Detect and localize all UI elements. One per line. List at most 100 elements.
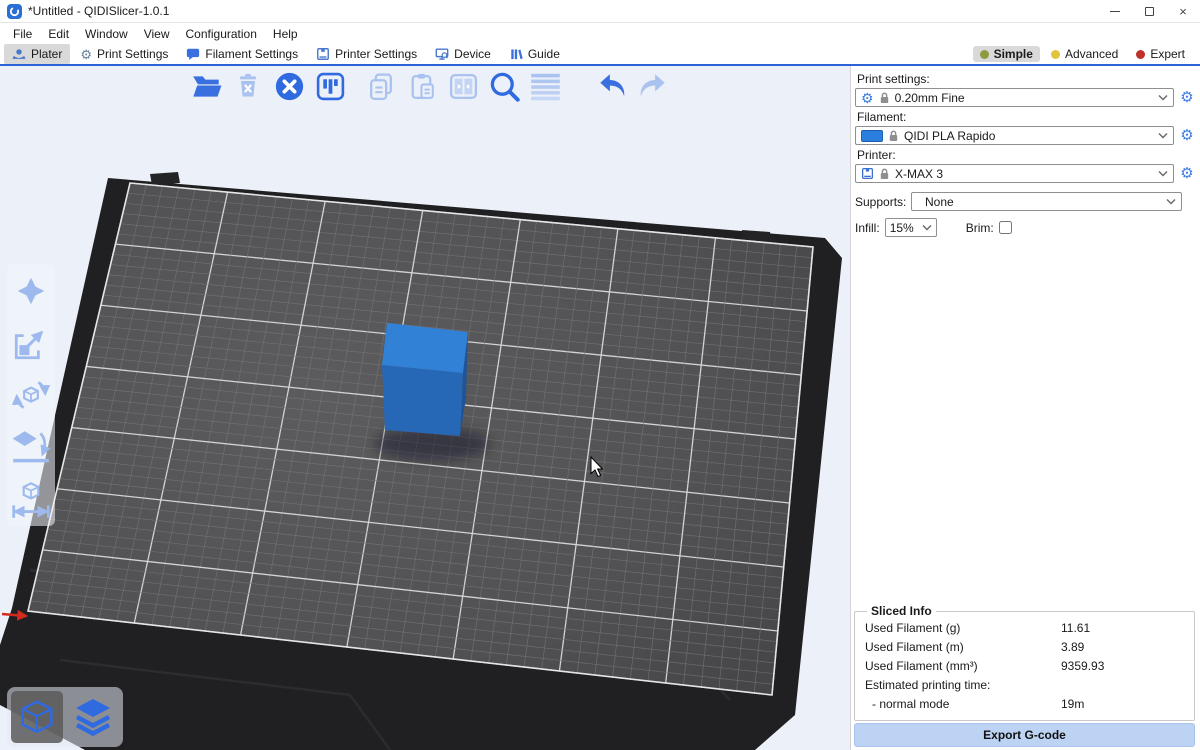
- print-settings-label: Print settings:: [857, 72, 1196, 86]
- printer-icon: [861, 167, 874, 180]
- infill-value: 15%: [890, 221, 914, 235]
- 3d-viewport[interactable]: [0, 66, 850, 750]
- cube-model[interactable]: [382, 323, 468, 436]
- copy-icon[interactable]: [364, 69, 398, 103]
- chevron-down-icon: [1158, 94, 1168, 101]
- move-icon[interactable]: [10, 269, 52, 313]
- scene-canvas[interactable]: [0, 66, 850, 750]
- info-row-filament-mm3: Used Filament (mm³) 9359.93: [865, 657, 1184, 676]
- chevron-down-icon: [1166, 198, 1176, 205]
- menu-configuration[interactable]: Configuration: [179, 25, 264, 43]
- window-controls: ×: [1098, 0, 1200, 22]
- delete-all-icon[interactable]: [272, 69, 306, 103]
- chevron-down-icon: [1158, 170, 1168, 177]
- filament-icon: [186, 47, 200, 61]
- paste-icon[interactable]: [405, 69, 439, 103]
- tab-plater[interactable]: Plater: [4, 44, 70, 64]
- top-toolbar: [190, 69, 670, 103]
- printer-label: Printer:: [857, 148, 1196, 162]
- view-toggle: [7, 687, 123, 747]
- mode-simple[interactable]: Simple: [973, 46, 1040, 62]
- menu-edit[interactable]: Edit: [41, 25, 76, 43]
- gear-icon: ⚙: [861, 91, 874, 105]
- sliced-info-title: Sliced Info: [867, 604, 936, 618]
- close-icon[interactable]: ×: [1166, 0, 1200, 22]
- print-settings-combo[interactable]: ⚙ 0.20mm Fine: [855, 88, 1174, 107]
- lock-icon: [880, 92, 889, 104]
- export-gcode-button[interactable]: Export G-code: [854, 723, 1195, 747]
- info-row-filament-g: Used Filament (g) 11.61: [865, 619, 1184, 638]
- mode-advanced[interactable]: Advanced: [1044, 46, 1125, 62]
- rotate-icon[interactable]: [10, 373, 52, 417]
- tab-filament-settings[interactable]: Filament Settings: [178, 44, 306, 64]
- brim-checkbox[interactable]: [999, 221, 1012, 234]
- qidislicer-window: *Untitled - QIDISlicer-1.0.1 × File Edit…: [0, 0, 1200, 750]
- app-icon: [7, 4, 22, 19]
- split-view-icon[interactable]: [446, 69, 480, 103]
- tab-device[interactable]: Device: [427, 44, 499, 64]
- printer-icon: [316, 47, 330, 61]
- edit-printer-button[interactable]: ⚙: [1178, 166, 1196, 181]
- maximize-icon[interactable]: [1132, 0, 1166, 22]
- undo-icon[interactable]: [595, 69, 629, 103]
- advanced-dot-icon: [1051, 50, 1060, 59]
- arrange-icon[interactable]: [313, 69, 347, 103]
- title-bar: *Untitled - QIDISlicer-1.0.1 ×: [0, 0, 1200, 23]
- tab-bar: Plater ⚙ Print Settings Filament Setting…: [0, 44, 1200, 66]
- variable-layer-height-icon[interactable]: [528, 69, 562, 103]
- search-icon[interactable]: [487, 69, 521, 103]
- filament-value: QIDI PLA Rapido: [904, 129, 995, 143]
- menu-file[interactable]: File: [6, 25, 39, 43]
- left-toolbar: [7, 264, 55, 526]
- guide-icon: [509, 47, 523, 61]
- redo-icon[interactable]: [636, 69, 670, 103]
- chevron-down-icon: [922, 224, 932, 231]
- infill-label: Infill:: [855, 221, 880, 235]
- lock-icon: [880, 168, 889, 180]
- edit-filament-button[interactable]: ⚙: [1178, 128, 1196, 143]
- minimize-icon[interactable]: [1098, 0, 1132, 22]
- open-file-icon[interactable]: [190, 69, 224, 103]
- window-title: *Untitled - QIDISlicer-1.0.1: [28, 4, 169, 18]
- brim-label: Brim:: [966, 221, 994, 235]
- menu-help[interactable]: Help: [266, 25, 305, 43]
- supports-combo[interactable]: None: [911, 192, 1182, 211]
- printer-value: X-MAX 3: [895, 167, 943, 181]
- infill-combo[interactable]: 15%: [885, 218, 937, 237]
- info-row-estimated-time: Estimated printing time:: [865, 676, 1184, 695]
- supports-label: Supports:: [855, 195, 907, 209]
- tab-print-settings[interactable]: ⚙ Print Settings: [72, 44, 176, 64]
- info-row-filament-m: Used Filament (m) 3.89: [865, 638, 1184, 657]
- filament-color-swatch: [861, 130, 883, 142]
- device-icon: [435, 47, 449, 61]
- supports-value: None: [917, 195, 954, 209]
- plater-icon: [12, 47, 26, 61]
- mode-switcher: Simple Advanced Expert: [973, 46, 1196, 62]
- main-area: Print settings: ⚙ 0.20mm Fine ⚙ Filament…: [0, 66, 1200, 750]
- menu-window[interactable]: Window: [78, 25, 135, 43]
- settings-panel: Print settings: ⚙ 0.20mm Fine ⚙ Filament…: [850, 66, 1200, 750]
- menu-view[interactable]: View: [137, 25, 177, 43]
- chevron-down-icon: [1158, 132, 1168, 139]
- mode-expert[interactable]: Expert: [1129, 46, 1192, 62]
- filament-combo[interactable]: QIDI PLA Rapido: [855, 126, 1174, 145]
- tab-guide[interactable]: Guide: [501, 44, 568, 64]
- preview-layers-icon[interactable]: [67, 691, 119, 743]
- edit-print-settings-button[interactable]: ⚙: [1178, 90, 1196, 105]
- lock-icon: [889, 130, 898, 142]
- printer-combo[interactable]: X-MAX 3: [855, 164, 1174, 183]
- print-settings-value: 0.20mm Fine: [895, 91, 965, 105]
- place-on-face-icon[interactable]: [10, 425, 52, 469]
- sliced-info-panel: Sliced Info Used Filament (g) 11.61 Used…: [854, 604, 1195, 721]
- gear-icon: ⚙: [80, 48, 92, 61]
- info-row-normal-mode: - normal mode 19m: [865, 695, 1184, 714]
- delete-icon[interactable]: [231, 69, 265, 103]
- measure-icon[interactable]: [10, 477, 52, 521]
- scale-icon[interactable]: [10, 321, 52, 365]
- 3d-editor-view-icon[interactable]: [11, 691, 63, 743]
- tab-printer-settings[interactable]: Printer Settings: [308, 44, 425, 64]
- menu-bar: File Edit Window View Configuration Help: [0, 23, 1200, 44]
- simple-dot-icon: [980, 50, 989, 59]
- filament-label: Filament:: [857, 110, 1196, 124]
- expert-dot-icon: [1136, 50, 1145, 59]
